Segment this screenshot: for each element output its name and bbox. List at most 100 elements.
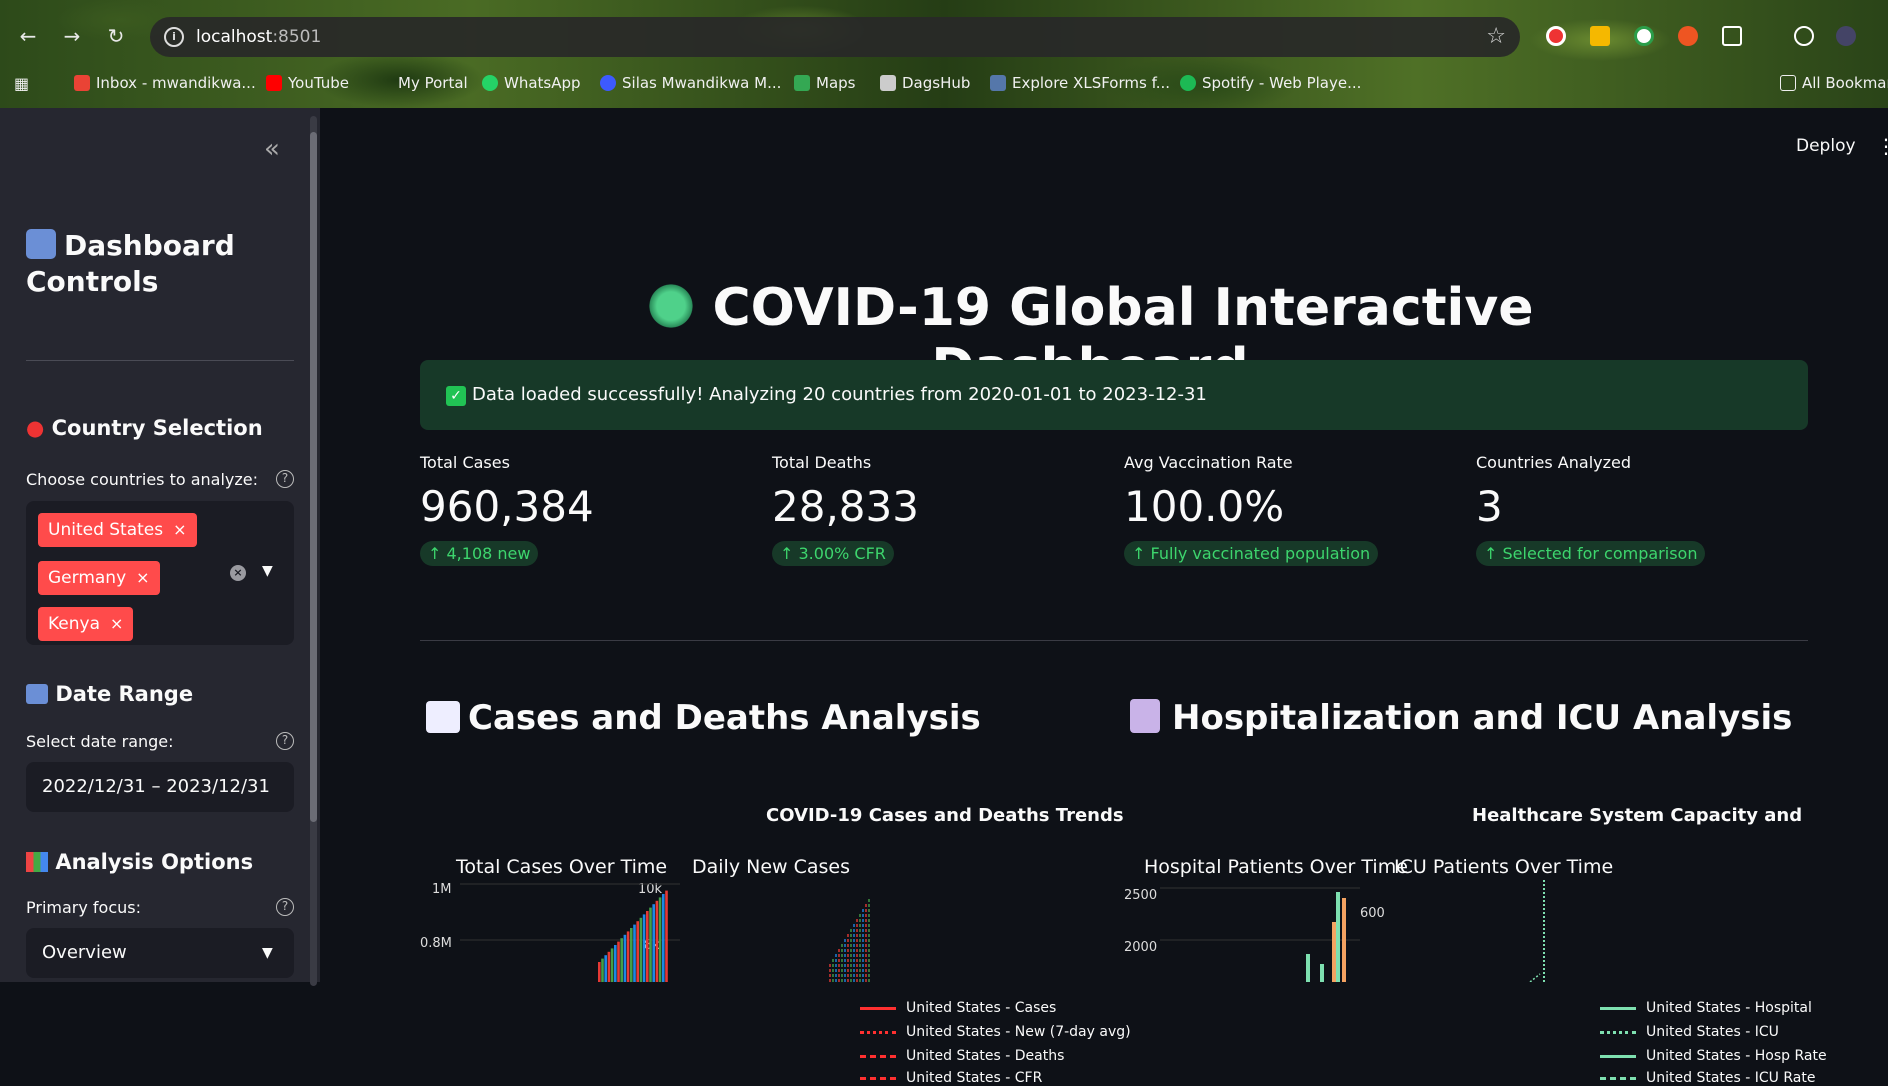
remove-tag-icon[interactable]: × bbox=[110, 607, 123, 641]
check-icon: ✓ bbox=[446, 386, 466, 406]
legend-swatch bbox=[1600, 1076, 1636, 1080]
bar bbox=[623, 934, 627, 982]
bar bbox=[652, 904, 655, 982]
t-extension-icon[interactable] bbox=[1678, 26, 1698, 46]
bookmark-silas[interactable]: Silas Mwandikwa M... bbox=[600, 70, 781, 96]
sidebar-scrollbar[interactable] bbox=[310, 116, 317, 986]
country-multiselect[interactable]: United States × Germany × Kenya × × ▼ bbox=[26, 501, 294, 645]
metric-value: 28,833 bbox=[772, 482, 919, 531]
main-menu-icon[interactable]: ⋮ bbox=[1876, 134, 1888, 158]
remove-tag-icon[interactable]: × bbox=[136, 561, 149, 595]
bookmark-youtube[interactable]: YouTube bbox=[266, 70, 349, 96]
metric-value: 100.0% bbox=[1124, 482, 1285, 531]
download-icon[interactable] bbox=[1794, 26, 1814, 46]
bookmark-star-icon[interactable]: ☆ bbox=[1486, 24, 1506, 49]
chevron-down-icon[interactable]: ▼ bbox=[262, 563, 273, 579]
success-alert: ✓ Data loaded successfully! Analyzing 20… bbox=[420, 360, 1808, 430]
deploy-button[interactable]: Deploy bbox=[1796, 136, 1856, 156]
legend-item[interactable]: United States - ICU Rate bbox=[1600, 1070, 1815, 1086]
date-help-icon[interactable]: ? bbox=[276, 732, 294, 750]
bar bbox=[639, 917, 643, 982]
series-line bbox=[1529, 973, 1541, 982]
bookmark-xlsforms[interactable]: Explore XLSForms f... bbox=[990, 70, 1170, 96]
hospital-icon bbox=[1130, 699, 1160, 733]
legend-swatch bbox=[1600, 1030, 1636, 1034]
chart-increasing-icon bbox=[426, 701, 460, 733]
legend-item[interactable]: United States - Deaths bbox=[860, 1048, 1064, 1064]
cases-section-heading: Cases and Deaths Analysis bbox=[426, 698, 981, 738]
bookmark-dagshub[interactable]: DagsHub bbox=[880, 70, 970, 96]
bar bbox=[604, 955, 607, 982]
keep-extension-icon[interactable] bbox=[1590, 26, 1610, 46]
bar-chart-icon bbox=[26, 852, 48, 872]
legend-item[interactable]: United States - CFR bbox=[860, 1070, 1042, 1086]
bar bbox=[633, 924, 636, 982]
forward-icon[interactable]: → bbox=[60, 24, 84, 48]
metric-countries-analyzed: Countries Analyzed 3 ↑ Selected for comp… bbox=[1476, 453, 1796, 566]
country-help-icon[interactable]: ? bbox=[276, 470, 294, 488]
extensions-puzzle-icon[interactable] bbox=[1722, 26, 1742, 46]
bookmark-spotify[interactable]: Spotify - Web Playe... bbox=[1180, 70, 1361, 96]
bar bbox=[649, 907, 652, 982]
bar bbox=[658, 897, 662, 982]
legend-swatch bbox=[860, 1054, 896, 1058]
bookmark-all-bookmarks[interactable]: All Bookmarks bbox=[1780, 70, 1888, 96]
back-icon[interactable]: ← bbox=[16, 24, 40, 48]
chart-title: Healthcare System Capacity and Utiliz bbox=[1472, 805, 1808, 826]
collapse-sidebar-icon[interactable]: « bbox=[264, 134, 280, 164]
bar bbox=[655, 900, 659, 982]
reload-icon[interactable]: ↻ bbox=[104, 24, 128, 48]
legend-swatch bbox=[860, 1006, 896, 1010]
country-select-label: Choose countries to analyze: bbox=[26, 470, 259, 489]
focus-help-icon[interactable]: ? bbox=[276, 898, 294, 916]
add-extension-icon[interactable] bbox=[1634, 26, 1654, 46]
address-bar[interactable]: i localhost:8501 ☆ bbox=[150, 17, 1520, 57]
youtube-icon bbox=[266, 75, 282, 91]
bookmark-my-portal[interactable]: My Portal bbox=[398, 70, 468, 96]
whatsapp-icon bbox=[482, 75, 498, 91]
bar bbox=[610, 948, 614, 982]
legend-item[interactable]: United States - New (7-day avg) bbox=[860, 1024, 1131, 1040]
y-tick-label: 2000 bbox=[1124, 940, 1158, 955]
legend-item[interactable]: United States - Cases bbox=[860, 1000, 1056, 1016]
bar bbox=[626, 931, 630, 982]
address-url[interactable]: localhost:8501 bbox=[196, 27, 321, 47]
bookmark-gmail[interactable]: Inbox - mwandikwa... bbox=[74, 70, 256, 96]
metric-label: Countries Analyzed bbox=[1476, 453, 1632, 472]
sidebar: « Dashboard Controls ● Country Selection … bbox=[0, 108, 320, 986]
y-tick-label: 2500 bbox=[1124, 888, 1158, 903]
legend-swatch bbox=[860, 1030, 896, 1034]
metric-total-deaths: Total Deaths 28,833 ↑ 3.00% CFR bbox=[772, 453, 1092, 566]
metric-label: Avg Vaccination Rate bbox=[1124, 453, 1293, 472]
chart-title: COVID-19 Cases and Deaths Trends bbox=[766, 805, 1124, 826]
metric-delta: ↑ Fully vaccinated population bbox=[1124, 541, 1379, 566]
bar bbox=[614, 945, 617, 982]
analysis-options-heading: Analysis Options bbox=[26, 850, 253, 874]
bookmark-whatsapp[interactable]: WhatsApp bbox=[482, 70, 581, 96]
primary-focus-select[interactable]: Overview ▼ bbox=[26, 928, 294, 978]
d-icon bbox=[600, 75, 616, 91]
section-divider bbox=[420, 640, 1808, 641]
metric-label: Total Cases bbox=[420, 453, 510, 472]
metric-label: Total Deaths bbox=[772, 453, 872, 472]
profile-avatar[interactable] bbox=[1836, 26, 1856, 46]
legend-item[interactable]: United States - Hosp Rate bbox=[1600, 1048, 1827, 1064]
site-info-icon[interactable]: i bbox=[164, 27, 184, 47]
sidebar-scrollbar-thumb[interactable] bbox=[310, 132, 317, 822]
subplot-title: Total Cases Over Time bbox=[456, 856, 668, 878]
pokeball-extension-icon[interactable] bbox=[1546, 26, 1566, 46]
clear-all-icon[interactable]: × bbox=[230, 565, 246, 581]
sidebar-title: Dashboard Controls bbox=[26, 229, 235, 298]
bar bbox=[1342, 898, 1346, 982]
apps-grid-icon[interactable]: ▦ bbox=[14, 70, 29, 96]
spotify-icon bbox=[1180, 75, 1196, 91]
maps-icon bbox=[794, 75, 810, 91]
date-range-input[interactable]: 2022/12/31 – 2023/12/31 bbox=[26, 762, 294, 812]
legend-item[interactable]: United States - ICU bbox=[1600, 1024, 1779, 1040]
legend-item[interactable]: United States - Hospital bbox=[1600, 1000, 1812, 1016]
bar bbox=[1336, 892, 1340, 982]
y-tick-label: 1M bbox=[432, 882, 452, 897]
pin-icon: ● bbox=[26, 416, 45, 440]
bookmark-maps[interactable]: Maps bbox=[794, 70, 855, 96]
remove-tag-icon[interactable]: × bbox=[173, 513, 186, 547]
